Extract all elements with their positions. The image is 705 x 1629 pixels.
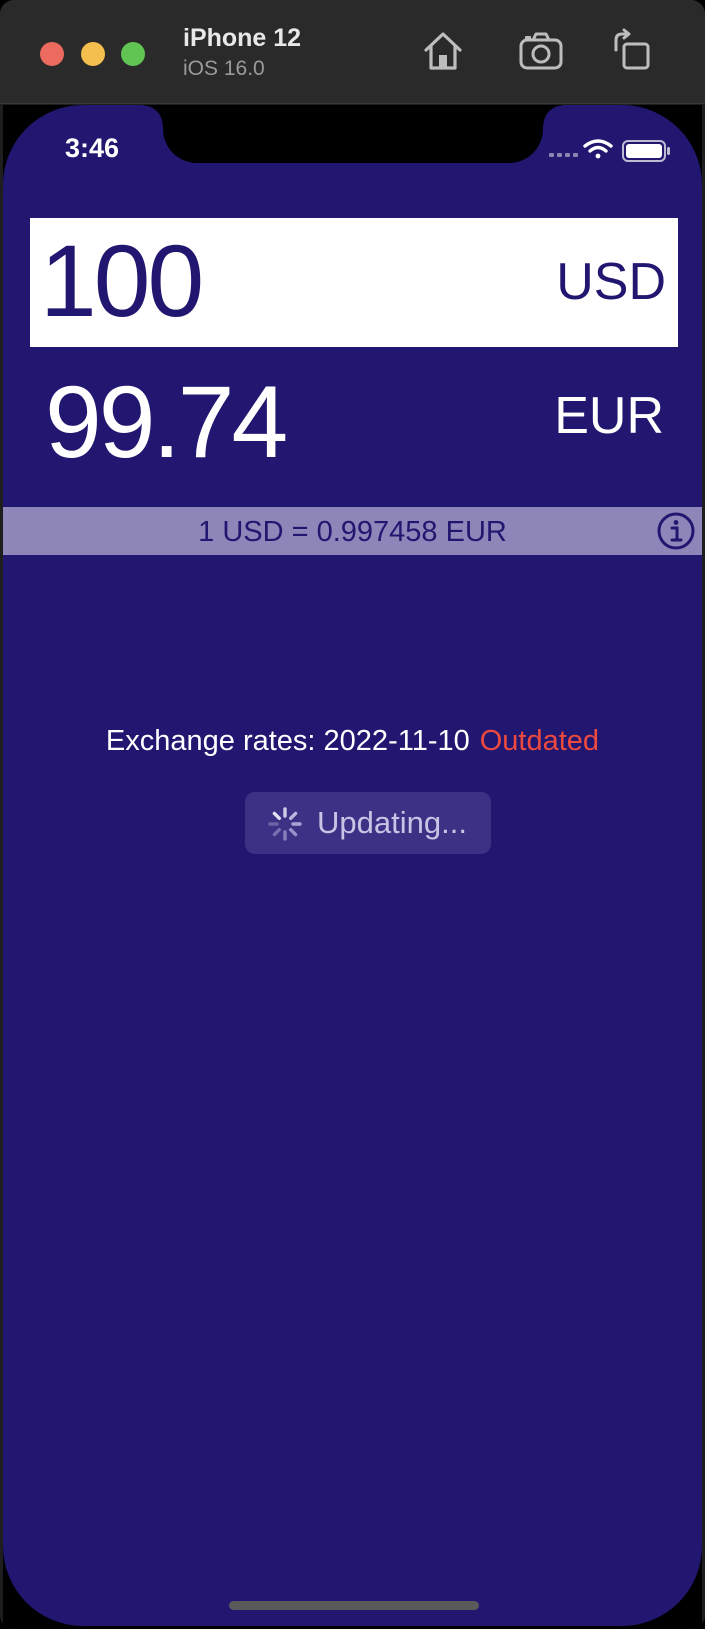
converted-amount: 99.74 [45, 365, 288, 479]
home-indicator[interactable] [229, 1601, 479, 1610]
signal-icon [549, 153, 578, 157]
zoom-window-button[interactable] [121, 42, 145, 66]
wifi-icon [583, 139, 613, 159]
exchange-rate-bar: 1 USD = 0.997458 EUR [3, 507, 702, 555]
os-version: iOS 16.0 [183, 57, 265, 80]
outdated-status: Outdated [479, 725, 600, 757]
app-display: 3:46 100 USD 99.74 EUR 1 USD = 0.997458 … [3, 105, 702, 1626]
rotate-icon[interactable] [610, 28, 656, 74]
target-currency-button[interactable]: EUR [554, 385, 664, 447]
device-name: iPhone 12 [183, 24, 302, 52]
info-icon[interactable] [656, 511, 696, 551]
minimize-window-button[interactable] [81, 42, 105, 66]
update-button-label: Updating... [317, 805, 467, 840]
rates-info-line: Exchange rates: 2022-11-10 Outdated [3, 723, 702, 759]
device-notch [143, 105, 563, 163]
exchange-rate-text: 1 USD = 0.997458 EUR [198, 516, 507, 548]
screenshot-camera-icon[interactable] [518, 28, 564, 74]
status-time: 3:46 [65, 133, 120, 163]
source-currency-button[interactable]: USD [556, 252, 666, 312]
home-icon[interactable] [420, 28, 466, 74]
simulator-window: iPhone 12 iOS 16.0 3:46 100 USD 99.74 EU… [0, 0, 705, 1629]
spinner-icon [268, 807, 302, 841]
device-screen: 3:46 100 USD 99.74 EUR 1 USD = 0.997458 … [3, 105, 702, 1629]
status-icons [549, 139, 670, 162]
source-amount-field[interactable]: 100 USD [30, 218, 678, 347]
source-amount[interactable]: 100 [40, 226, 204, 336]
update-rates-button[interactable]: Updating... [245, 792, 491, 854]
close-window-button[interactable] [40, 42, 64, 66]
battery-icon [622, 140, 670, 162]
simulator-titlebar: iPhone 12 iOS 16.0 [0, 0, 705, 104]
rates-date-label: Exchange rates: 2022-11-10 [105, 725, 470, 757]
